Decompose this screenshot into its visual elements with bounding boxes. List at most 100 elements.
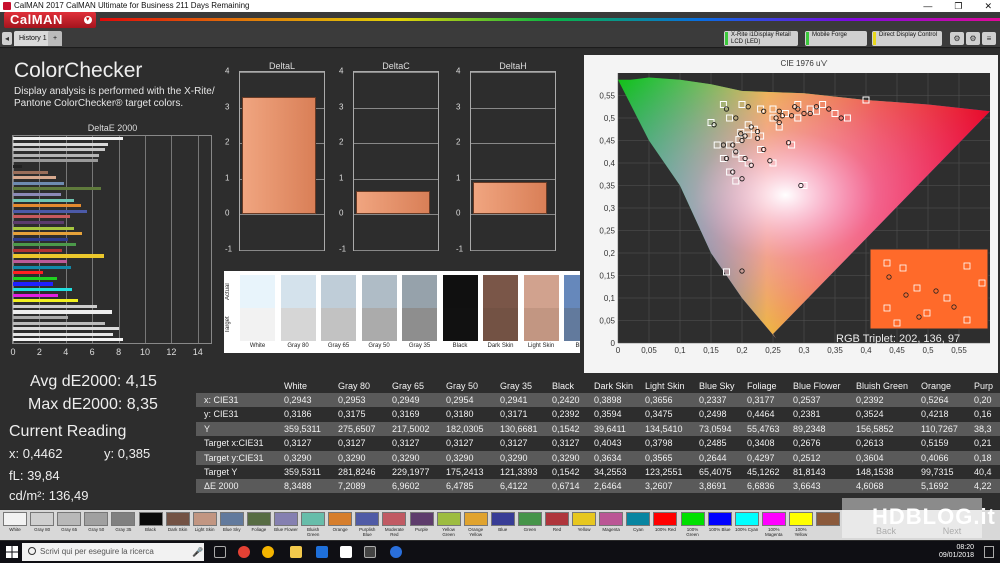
palette-patch[interactable]: Purple <box>409 512 434 537</box>
tab-history-1[interactable]: History 1 <box>14 31 52 46</box>
palette-patch[interactable]: Blue Sky <box>219 512 244 537</box>
palette-patch[interactable]: Blue Flower <box>274 512 298 537</box>
maximize-button[interactable]: ❐ <box>954 0 962 12</box>
display-selector[interactable]: Direct Display Control <box>872 31 942 46</box>
palette-patch[interactable]: Foliage <box>246 512 271 537</box>
table-cell: 0,2498 <box>699 409 727 420</box>
palette-swatch <box>653 512 678 526</box>
palette-patch[interactable] <box>816 512 840 537</box>
deltae-bar <box>13 187 102 191</box>
minimize-button[interactable]: — <box>923 0 932 12</box>
palette-patch[interactable]: White <box>3 512 27 537</box>
delta-y-tick: 4 <box>456 66 461 76</box>
table-cell: Target x:CIE31 <box>204 438 264 449</box>
palette-patch[interactable]: 100% Cyan <box>734 512 759 537</box>
palette-patch[interactable]: 100% Yellow <box>788 512 813 537</box>
cie-x-tick: 0,35 <box>827 346 843 355</box>
close-button[interactable]: ✕ <box>984 0 992 12</box>
palette-patch[interactable]: 100% Red <box>653 512 678 537</box>
target-swatch <box>280 308 316 341</box>
cie-y-tick: 0,3 <box>604 204 616 213</box>
palette-patch[interactable]: Purplish Blue <box>355 512 380 537</box>
task-view-icon[interactable] <box>214 546 226 558</box>
meter-selector[interactable]: X-Rite i1Display Retail LCD (LED) <box>724 31 798 46</box>
deltae-bar <box>13 243 77 247</box>
palette-patch[interactable]: Gray 65 <box>57 512 82 537</box>
palette-label: Bluish Green <box>306 527 320 537</box>
swatch-pair: Blue <box>564 275 580 349</box>
palette-patch[interactable]: Bluish Green <box>301 512 326 537</box>
deltae-bar <box>13 304 98 308</box>
palette-patch[interactable]: Red <box>545 512 569 537</box>
settings-icon[interactable]: ⚙ <box>950 32 964 45</box>
palette-patch[interactable]: Black <box>138 512 163 537</box>
taskbar-search-input[interactable]: Scrivi qui per eseguire la ricerca <box>22 543 204 561</box>
delta-bar <box>473 182 547 215</box>
current-reading-title: Current Reading <box>9 423 127 440</box>
palette-label: Black <box>144 527 156 532</box>
table-cell: 0,3604 <box>856 452 884 463</box>
store-icon[interactable] <box>316 546 328 558</box>
chrome-icon[interactable] <box>238 546 250 558</box>
panel-toggle-icon[interactable]: ◂ <box>2 32 12 45</box>
swatch-label: Light Skin <box>527 343 555 349</box>
palette-patch[interactable]: Orange Yellow <box>463 512 488 537</box>
app-taskbar-icon[interactable] <box>390 546 402 558</box>
swatch-pair: Gray 80 <box>280 275 316 349</box>
windows-taskbar: Scrivi qui per eseguire la ricerca 🎤 08:… <box>0 541 1000 563</box>
table-cell: 0,3634 <box>594 452 622 463</box>
hdblog-watermark: HDBLOG.it <box>842 498 995 538</box>
palette-patch[interactable]: 100% Blue <box>707 512 732 537</box>
palette-patch[interactable]: Gray 35 <box>111 512 136 537</box>
windows-start-icon[interactable] <box>6 546 18 558</box>
deltae-x-tick: 4 <box>63 347 69 357</box>
delta-y-tick: 2 <box>339 137 344 147</box>
palette-patch[interactable]: Moderate Red <box>382 512 407 537</box>
palette-swatch <box>165 512 190 526</box>
swatch-pair: Gray 65 <box>321 275 356 349</box>
calman-logo-menu[interactable]: CalMAN ▾ <box>4 12 96 28</box>
chrome-2-icon[interactable] <box>262 546 274 558</box>
palette-patch[interactable]: Orange <box>328 512 353 537</box>
table-cell: 0,3290 <box>552 452 580 463</box>
palette-patch[interactable]: Dark Skin <box>165 512 190 537</box>
file-explorer-icon[interactable] <box>290 546 302 558</box>
palette-patch[interactable]: Light Skin <box>192 512 217 537</box>
deltae-bar <box>13 271 44 275</box>
gear-icon[interactable]: ⚙ <box>966 32 980 45</box>
palette-patch[interactable]: Gray 50 <box>84 512 109 537</box>
cie-x-tick: 0,5 <box>922 346 934 355</box>
table-header-cell: Gray 65 <box>392 381 425 391</box>
source-selector[interactable]: Mobile Forge <box>805 31 867 46</box>
palette-patch[interactable]: Green <box>517 512 542 537</box>
microphone-icon[interactable]: 🎤 <box>192 547 203 558</box>
palette-swatch <box>734 512 759 526</box>
calman-taskbar-icon[interactable] <box>364 546 376 558</box>
palette-patch[interactable]: Yellow <box>572 512 597 537</box>
notification-icon[interactable] <box>984 546 994 558</box>
palette-patch[interactable]: Magenta <box>599 512 624 537</box>
table-cell: 0,3290 <box>284 452 312 463</box>
deltae-gridline <box>145 136 146 343</box>
deltae-x-tick: 2 <box>36 347 42 357</box>
table-cell: 7,2089 <box>338 481 366 492</box>
palette-swatch <box>3 512 27 526</box>
delta-chart-title: DeltaH <box>499 61 527 71</box>
page-title: ColorChecker <box>14 59 143 82</box>
palette-patch[interactable]: 100% Green <box>680 512 705 537</box>
palette-label: Gray 65 <box>61 527 78 532</box>
palette-patch[interactable]: Cyan <box>626 512 651 537</box>
mail-icon[interactable] <box>340 546 352 558</box>
menu-icon[interactable]: ≡ <box>982 32 996 45</box>
table-cell: 0,2337 <box>699 395 727 405</box>
palette-patch[interactable]: Blue <box>490 512 515 537</box>
table-cell: 0,3127 <box>500 438 528 449</box>
palette-patch[interactable]: Gray 80 <box>30 512 55 537</box>
palette-patch[interactable]: 100% Magenta <box>761 512 786 537</box>
table-cell: 6,9602 <box>392 481 420 492</box>
palette-patch[interactable]: Yellow Green <box>436 512 461 537</box>
tab-add-button[interactable]: + <box>48 31 63 46</box>
deltae-bar <box>13 237 69 241</box>
tab-add-icon: + <box>53 35 58 42</box>
palette-swatch <box>463 512 488 526</box>
